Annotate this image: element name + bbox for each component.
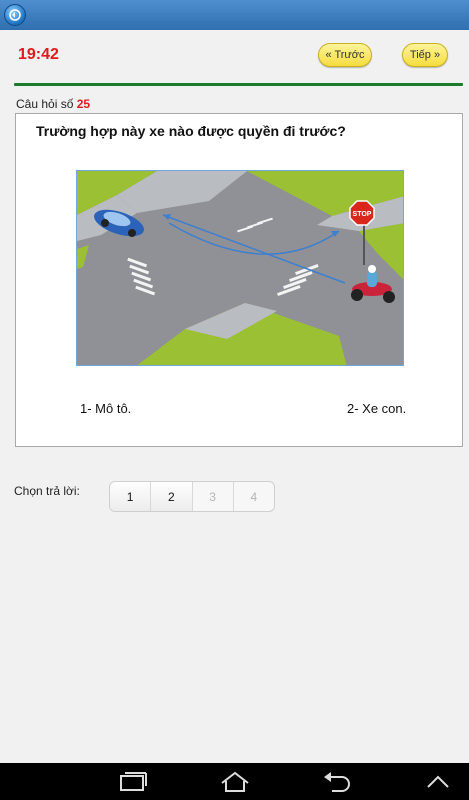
option-2-text: 2- Xe con. <box>347 401 407 416</box>
stop-sign-text: STOP <box>353 211 372 218</box>
answer-choice-2[interactable]: 2 <box>151 482 193 511</box>
answer-choice-group: 1 2 3 4 <box>109 481 275 512</box>
option-1-text: 1- Mô tô. <box>80 401 132 416</box>
home-icon[interactable] <box>219 771 251 793</box>
chevron-up-icon[interactable] <box>425 771 451 793</box>
question-number: 25 <box>76 97 91 111</box>
back-icon[interactable] <box>322 771 352 793</box>
question-number-label: Câu hỏi số 25 <box>16 97 90 111</box>
question-text: Trường hợp này xe nào được quyền đi trướ… <box>36 123 346 139</box>
system-navigation-bar <box>0 763 469 800</box>
app-logo-icon[interactable] <box>4 4 26 26</box>
answer-label: Chọn trả lời: <box>14 484 80 498</box>
question-label-text: Câu hỏi số <box>16 97 74 111</box>
title-bar <box>0 0 469 30</box>
header-divider <box>14 83 463 86</box>
answer-choice-3: 3 <box>193 482 234 511</box>
recent-apps-icon[interactable] <box>118 771 148 793</box>
intersection-illustration: STOP <box>76 170 404 366</box>
answer-choice-1[interactable]: 1 <box>110 482 152 511</box>
answer-choice-4: 4 <box>250 489 258 504</box>
question-card: Trường hợp này xe nào được quyền đi trướ… <box>15 113 463 447</box>
next-button[interactable]: Tiếp » <box>402 43 448 67</box>
countdown-timer: 19:42 <box>18 46 59 63</box>
previous-button[interactable]: « Trước <box>318 43 372 67</box>
